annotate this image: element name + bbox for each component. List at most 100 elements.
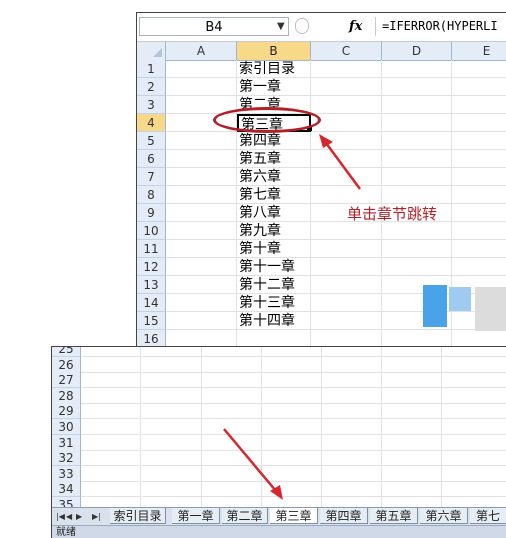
hyperlink-cell[interactable]: 第八章: [237, 204, 311, 222]
name-box-dropdown-icon[interactable]: ▼: [277, 17, 285, 36]
grid-cell[interactable]: [452, 60, 506, 78]
hyperlink-cell[interactable]: 第十章: [237, 240, 311, 258]
hyperlink-cell[interactable]: 第十二章: [237, 276, 311, 294]
grid-cell[interactable]: [311, 114, 382, 132]
formula-input[interactable]: =IFERROR(HYPERLI: [375, 17, 506, 36]
name-box[interactable]: B4: [139, 17, 289, 36]
grid-cell[interactable]: [202, 347, 262, 357]
grid-cell[interactable]: [202, 481, 262, 498]
grid-cell[interactable]: [382, 372, 442, 389]
grid-cell[interactable]: [311, 96, 382, 114]
row-header[interactable]: 32: [52, 450, 81, 467]
grid-cell[interactable]: [452, 96, 506, 114]
grid-cell[interactable]: [81, 372, 141, 389]
grid-cell[interactable]: [322, 419, 382, 435]
grid-cell[interactable]: [262, 450, 322, 467]
sheet-tab[interactable]: 第二章: [222, 508, 268, 524]
row-header[interactable]: 15: [137, 312, 166, 330]
row-header[interactable]: 27: [52, 372, 81, 389]
row-header[interactable]: 3: [137, 96, 166, 114]
grid-cell[interactable]: [262, 372, 322, 389]
grid-cell[interactable]: [382, 222, 452, 240]
next-sheet-icon[interactable]: ▶: [76, 510, 82, 524]
grid-cell[interactable]: [442, 466, 506, 482]
grid-cell[interactable]: [452, 258, 506, 276]
grid-cell[interactable]: [382, 240, 452, 258]
row-header[interactable]: 1: [137, 60, 166, 78]
grid-cell[interactable]: [382, 78, 452, 96]
grid-cell[interactable]: [81, 465, 141, 482]
grid-cell[interactable]: [322, 403, 382, 420]
grid-cell[interactable]: [166, 312, 237, 330]
hyperlink-cell[interactable]: 第七章: [237, 186, 311, 204]
hyperlink-cell[interactable]: 第五章: [237, 150, 311, 168]
grid-cell[interactable]: [442, 481, 506, 498]
hyperlink-cell[interactable]: 第十一章: [237, 258, 311, 276]
grid-cell[interactable]: [202, 387, 262, 404]
grid-cell[interactable]: [262, 356, 322, 373]
grid-cell[interactable]: [166, 60, 237, 78]
grid-cell[interactable]: [311, 294, 382, 312]
grid-cell[interactable]: [81, 403, 141, 420]
grid-cell[interactable]: [311, 168, 382, 186]
grid-cell[interactable]: [322, 372, 382, 389]
grid-cell[interactable]: [166, 276, 237, 294]
row-header[interactable]: 28: [52, 387, 81, 404]
hyperlink-cell[interactable]: 第十四章: [237, 312, 311, 330]
grid-cell[interactable]: [262, 387, 322, 404]
grid-cell[interactable]: [382, 434, 442, 451]
grid-cell[interactable]: [452, 240, 506, 258]
hyperlink-cell[interactable]: 第九章: [237, 222, 311, 240]
row-header[interactable]: 11: [137, 240, 166, 258]
grid-cell[interactable]: [81, 450, 141, 467]
column-header-d[interactable]: D: [382, 42, 452, 60]
row-header[interactable]: 33: [52, 465, 81, 482]
grid-cell[interactable]: [442, 419, 506, 435]
row-header[interactable]: 13: [137, 276, 166, 294]
grid-cell[interactable]: [81, 481, 141, 498]
grid-cell[interactable]: [442, 347, 506, 357]
grid-cell[interactable]: [311, 312, 382, 330]
grid-cell[interactable]: [81, 434, 141, 451]
grid-cell[interactable]: [311, 150, 382, 168]
grid-cell[interactable]: [382, 114, 452, 132]
grid-cell[interactable]: [166, 78, 237, 96]
column-header-b[interactable]: B: [237, 42, 311, 60]
grid-cell[interactable]: [81, 356, 141, 373]
grid-cell[interactable]: [382, 258, 452, 276]
grid-cell[interactable]: [382, 356, 442, 373]
grid-cell[interactable]: [202, 419, 262, 435]
grid-cell[interactable]: [311, 186, 382, 204]
grid-cell[interactable]: [452, 114, 506, 132]
grid-cell[interactable]: [166, 294, 237, 312]
grid-cell[interactable]: [452, 186, 506, 204]
grid-cell[interactable]: [322, 387, 382, 404]
sheet-tab[interactable]: 第五章: [370, 508, 418, 524]
grid-cell[interactable]: [142, 419, 202, 435]
grid-cell[interactable]: [322, 347, 382, 357]
grid-cell[interactable]: [262, 465, 322, 482]
grid-cell[interactable]: [442, 403, 506, 420]
grid-cell[interactable]: [442, 450, 506, 467]
grid-cell[interactable]: [311, 78, 382, 96]
grid-cell[interactable]: [452, 150, 506, 168]
grid-cell[interactable]: [262, 481, 322, 498]
grid-cell[interactable]: [81, 387, 141, 404]
grid-cell[interactable]: [311, 60, 382, 78]
grid-cell[interactable]: [382, 96, 452, 114]
row-header[interactable]: 25: [52, 347, 81, 357]
grid-cell[interactable]: [166, 150, 237, 168]
row-header[interactable]: 29: [52, 403, 81, 420]
grid-cell[interactable]: [202, 434, 262, 451]
grid-cell[interactable]: [382, 481, 442, 498]
prev-sheet-icon[interactable]: ◀: [66, 510, 72, 524]
sheet-tab[interactable]: 第七: [470, 508, 506, 524]
grid-cell[interactable]: [382, 403, 442, 420]
grid-cell[interactable]: [311, 240, 382, 258]
grid-cell[interactable]: [202, 372, 262, 389]
row-header[interactable]: 10: [137, 222, 166, 240]
grid-cell[interactable]: [382, 387, 442, 404]
sheet-tab-active[interactable]: 第三章: [270, 508, 318, 524]
grid-cell[interactable]: [382, 132, 452, 150]
grid-cell[interactable]: [322, 481, 382, 498]
